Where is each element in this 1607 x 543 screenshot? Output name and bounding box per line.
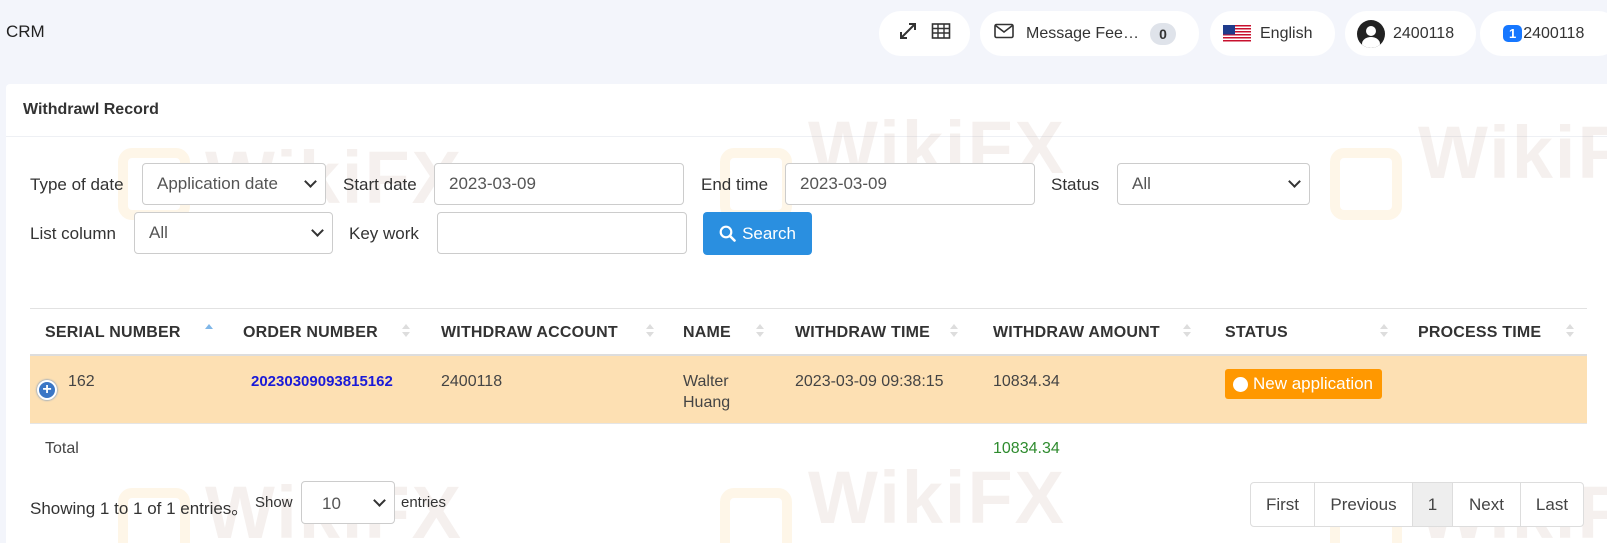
col-withdraw-amount[interactable]: WITHDRAW AMOUNT [993, 324, 1160, 342]
sort-icon[interactable] [949, 323, 959, 339]
account-id: 2400118 [1523, 24, 1585, 42]
list-column-label: List column [30, 224, 116, 243]
chevron-down-icon [311, 224, 324, 237]
table-header: SERIAL NUMBER ORDER NUMBER WITHDRAW ACCO… [30, 308, 1587, 356]
avatar [1357, 19, 1385, 48]
fullscreen-icon[interactable] [899, 22, 917, 45]
account-menu[interactable]: 1 2400118 [1480, 11, 1607, 56]
type-of-date-value: Application date [157, 174, 278, 193]
message-feedback-label: Message Feedback [1026, 24, 1140, 42]
entries-info: Showing 1 to 1 of 1 entries。 [30, 499, 249, 518]
cell-withdraw-time: 2023-03-09 09:38:15 [795, 373, 944, 390]
search-button-label: Search [742, 223, 796, 243]
cell-serial: 162 [68, 373, 95, 390]
sort-icon[interactable] [1565, 323, 1575, 339]
top-bar: CRM Message Feedback 0 English 2400118 1… [0, 0, 1607, 64]
list-column-value: All [149, 223, 168, 242]
cell-account: 2400118 [441, 373, 503, 390]
message-feedback-button[interactable]: Message Feedback 0 [980, 11, 1199, 56]
status-value: All [1132, 174, 1151, 193]
page-1-button[interactable]: 1 [1413, 483, 1453, 526]
col-process-time[interactable]: PROCESS TIME [1418, 324, 1541, 342]
status-badge-label: New application [1253, 374, 1374, 393]
page-next-button[interactable]: Next [1453, 483, 1521, 526]
key-work-input[interactable] [437, 212, 687, 254]
table-row[interactable]: + 162 20230309093815162 2400118 Walter H… [30, 356, 1587, 424]
tools-group [879, 11, 970, 56]
total-row: Total 10834.34 [30, 424, 1587, 470]
us-flag-icon [1223, 24, 1251, 43]
status-dot-icon [1233, 376, 1248, 392]
language-selector[interactable]: English [1210, 11, 1335, 56]
start-date-label: Start date [343, 175, 417, 194]
col-name[interactable]: NAME [683, 324, 731, 342]
search-button[interactable]: Search [703, 212, 812, 255]
sort-icon[interactable] [1379, 323, 1389, 339]
app-brand: CRM [6, 22, 45, 41]
notification-badge: 1 [1503, 25, 1523, 42]
message-count-badge: 0 [1150, 22, 1176, 45]
end-time-input[interactable]: 2023-03-09 [785, 163, 1035, 205]
pagination: First Previous 1 Next Last [1250, 482, 1584, 527]
chevron-down-icon [304, 175, 317, 188]
sort-icon[interactable] [1182, 323, 1192, 339]
panel-title: Withdrawl Record [6, 84, 1607, 137]
status-select[interactable]: All [1117, 163, 1310, 205]
language-label: English [1260, 24, 1313, 42]
page-length-select[interactable]: 10 [301, 481, 395, 524]
status-badge: New application [1225, 369, 1383, 399]
show-label: Show [255, 494, 293, 511]
end-time-label: End time [701, 175, 769, 194]
type-of-date-select[interactable]: Application date [142, 163, 326, 205]
status-label: Status [1051, 175, 1100, 194]
col-serial-number[interactable]: SERIAL NUMBER [45, 324, 181, 342]
cell-name: Walter Huang [683, 373, 731, 411]
expand-row-icon[interactable]: + [37, 380, 57, 400]
envelope-icon [994, 23, 1014, 44]
page-first-button[interactable]: First [1251, 483, 1315, 526]
col-status[interactable]: STATUS [1225, 324, 1288, 342]
table-icon[interactable] [931, 22, 951, 45]
cell-order-link[interactable]: 20230309093815162 [251, 371, 393, 392]
sort-asc-icon[interactable] [204, 323, 214, 339]
user-id: 2400118 [1393, 24, 1455, 42]
chevron-down-icon [1288, 175, 1301, 188]
list-column-select[interactable]: All [134, 212, 333, 254]
type-of-date-label: Type of date [30, 175, 124, 194]
end-time-value: 2023-03-09 [800, 174, 887, 193]
sort-icon[interactable] [755, 323, 765, 339]
col-order-number[interactable]: ORDER NUMBER [243, 324, 378, 342]
entries-label: entries [401, 494, 447, 511]
search-icon [719, 225, 736, 242]
page-previous-button[interactable]: Previous [1315, 483, 1413, 526]
chevron-down-icon [373, 494, 386, 507]
total-amount: 10834.34 [993, 440, 1060, 457]
start-date-input[interactable]: 2023-03-09 [434, 163, 684, 205]
key-work-label: Key work [349, 224, 419, 243]
withdrawal-table: SERIAL NUMBER ORDER NUMBER WITHDRAW ACCO… [30, 308, 1587, 470]
page-last-button[interactable]: Last [1521, 483, 1583, 526]
total-label: Total [45, 440, 79, 457]
col-withdraw-time[interactable]: WITHDRAW TIME [795, 324, 930, 342]
user-menu[interactable]: 2400118 [1345, 11, 1476, 56]
start-date-value: 2023-03-09 [449, 174, 536, 193]
page-length-value: 10 [322, 494, 341, 513]
sort-icon[interactable] [645, 323, 655, 339]
sort-icon[interactable] [401, 323, 411, 339]
cell-amount: 10834.34 [993, 373, 1060, 390]
col-withdraw-account[interactable]: WITHDRAW ACCOUNT [441, 324, 618, 342]
